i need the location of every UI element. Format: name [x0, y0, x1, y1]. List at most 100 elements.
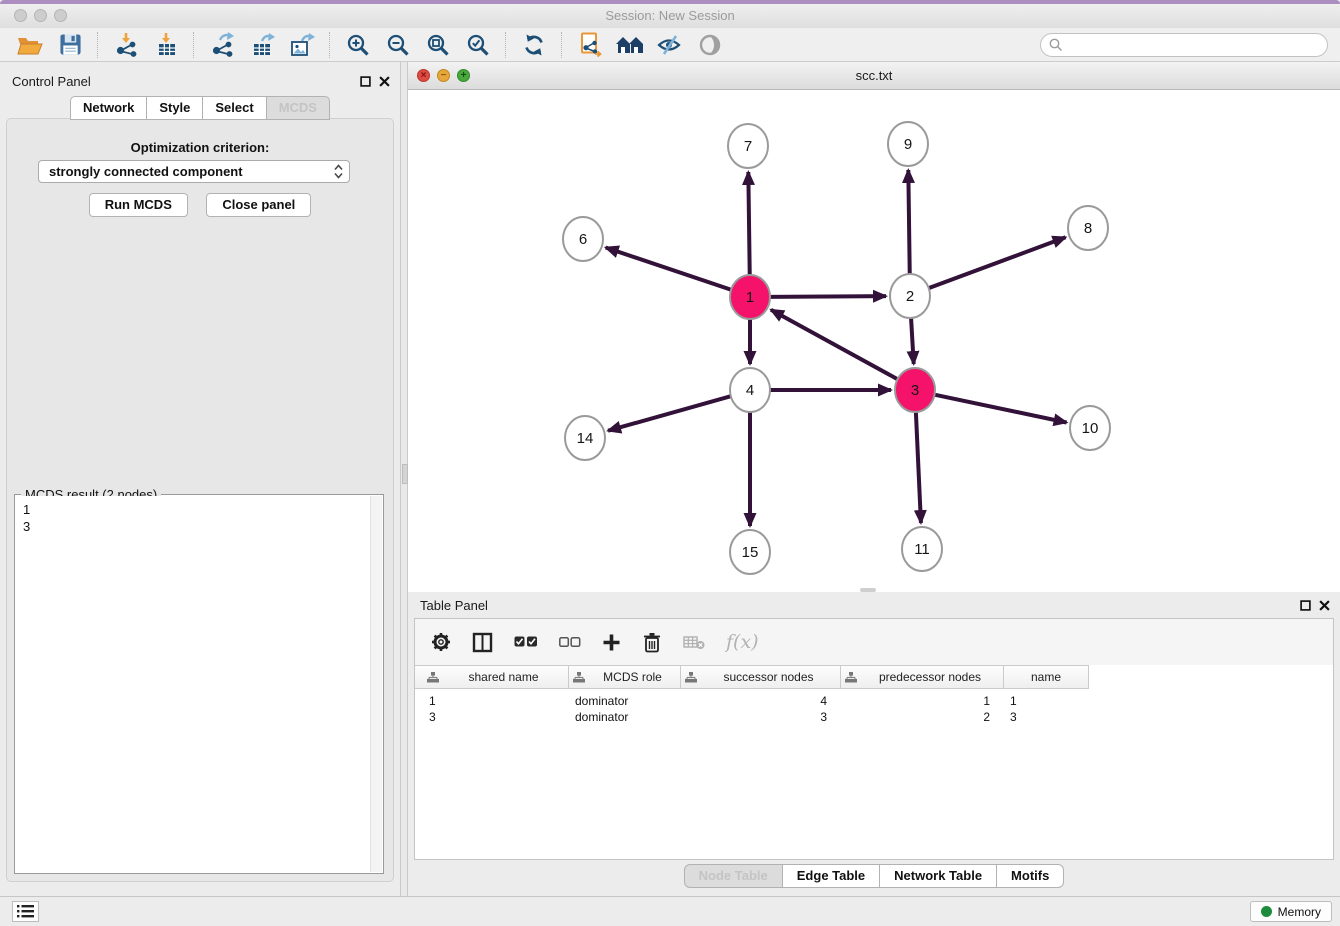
- import-table-button[interactable]: [151, 31, 181, 59]
- column-header-shared-name[interactable]: shared name: [423, 665, 569, 689]
- node-7[interactable]: 7: [728, 124, 768, 168]
- tab-edge-table[interactable]: Edge Table: [783, 864, 880, 888]
- cell[interactable]: 1: [423, 693, 569, 709]
- cell[interactable]: dominator: [569, 693, 681, 709]
- chevron-up-down-icon: [334, 164, 343, 179]
- select-all-rows-button[interactable]: [514, 630, 538, 654]
- sort-hierarchy-icon[interactable]: [573, 672, 585, 683]
- create-column-button[interactable]: [602, 630, 621, 654]
- zoom-selected-button[interactable]: [463, 31, 493, 59]
- delete-column-button[interactable]: [642, 630, 662, 654]
- edge-1-6[interactable]: [606, 248, 731, 290]
- tab-network[interactable]: Network: [70, 96, 147, 120]
- table-row[interactable]: 3 dominator 3 2 3: [415, 709, 1333, 725]
- edge-2-8[interactable]: [929, 237, 1066, 288]
- node-1[interactable]: 1: [730, 275, 770, 319]
- edge-1-7[interactable]: [748, 172, 749, 275]
- edge-4-14[interactable]: [608, 396, 731, 431]
- cell[interactable]: 1: [1004, 693, 1089, 709]
- network-window-titlebar[interactable]: × − + scc.txt: [408, 62, 1340, 90]
- home-button[interactable]: [615, 31, 645, 59]
- cell[interactable]: 2: [841, 709, 1004, 725]
- sort-hierarchy-icon[interactable]: [845, 672, 857, 683]
- node-8[interactable]: 8: [1068, 206, 1108, 250]
- table-row[interactable]: 1 dominator 4 1 1: [415, 693, 1333, 709]
- column-header-name[interactable]: name: [1004, 665, 1089, 689]
- mcds-result-list[interactable]: 1 3: [16, 496, 371, 872]
- function-builder-button[interactable]: f(x): [726, 630, 759, 654]
- zoom-fit-button[interactable]: [423, 31, 453, 59]
- column-header-successor-nodes[interactable]: successor nodes: [681, 665, 841, 689]
- column-header-predecessor-nodes[interactable]: predecessor nodes: [841, 665, 1004, 689]
- node-10[interactable]: 10: [1070, 406, 1110, 450]
- edge-3-10[interactable]: [935, 395, 1067, 423]
- deselect-all-rows-button[interactable]: [559, 630, 581, 654]
- edge-3-11[interactable]: [916, 412, 921, 523]
- show-columns-button[interactable]: [472, 630, 493, 654]
- hide-selected-button[interactable]: [655, 31, 685, 59]
- tab-style[interactable]: Style: [147, 96, 203, 120]
- node-4[interactable]: 4: [730, 368, 770, 412]
- cell[interactable]: dominator: [569, 709, 681, 725]
- close-panel-icon[interactable]: [1319, 600, 1330, 611]
- edge-1-2[interactable]: [770, 296, 886, 297]
- cell[interactable]: 3: [1004, 709, 1089, 725]
- network-canvas[interactable]: 7 9 6 8 1 2 4 3 14 10 15 11: [408, 90, 1340, 592]
- edge-2-9[interactable]: [908, 170, 909, 274]
- save-session-button[interactable]: [55, 31, 85, 59]
- show-hidden-button[interactable]: [695, 31, 725, 59]
- node-6[interactable]: 6: [563, 217, 603, 261]
- memory-label: Memory: [1278, 905, 1321, 919]
- criterion-dropdown[interactable]: strongly connected component: [38, 160, 350, 183]
- tab-motifs[interactable]: Motifs: [997, 864, 1064, 888]
- tab-mcds[interactable]: MCDS: [267, 96, 330, 120]
- zoom-in-button[interactable]: [343, 31, 373, 59]
- node-3[interactable]: 3: [895, 368, 935, 412]
- import-network-button[interactable]: [111, 31, 141, 59]
- cell[interactable]: 3: [681, 709, 841, 725]
- float-panel-icon[interactable]: [360, 76, 371, 87]
- network-graph[interactable]: 7 9 6 8 1 2 4 3 14 10 15 11: [408, 90, 1340, 592]
- edge-3-1[interactable]: [771, 310, 898, 379]
- cell[interactable]: 1: [841, 693, 1004, 709]
- open-session-button[interactable]: [15, 31, 45, 59]
- table-tabs: Node TableEdge TableNetwork TableMotifs: [408, 864, 1340, 888]
- run-mcds-button[interactable]: Run MCDS: [89, 193, 188, 217]
- table-settings-button[interactable]: [431, 630, 451, 654]
- node-11[interactable]: 11: [902, 527, 942, 571]
- mcds-result-line: 3: [23, 518, 371, 535]
- control-panel-header: Control Panel: [0, 72, 400, 90]
- zoom-out-button[interactable]: [383, 31, 413, 59]
- node-9[interactable]: 9: [888, 122, 928, 166]
- mcds-buttons: Run MCDS Close panel: [0, 193, 400, 217]
- window-titlebar[interactable]: Session: New Session: [0, 4, 1340, 29]
- search-input[interactable]: [1040, 33, 1328, 57]
- memory-button[interactable]: Memory: [1250, 901, 1332, 922]
- edge-2-3[interactable]: [911, 318, 914, 364]
- optimization-criterion-label: Optimization criterion:: [0, 140, 400, 155]
- refresh-button[interactable]: [519, 31, 549, 59]
- node-2[interactable]: 2: [890, 274, 930, 318]
- export-table-button[interactable]: [247, 31, 277, 59]
- close-panel-button[interactable]: Close panel: [206, 193, 311, 217]
- result-scrollbar[interactable]: [370, 496, 382, 872]
- float-panel-icon[interactable]: [1300, 600, 1311, 611]
- mcds-result-groupbox: MCDS result (2 nodes) 1 3: [14, 494, 384, 874]
- export-image-button[interactable]: [287, 31, 317, 59]
- copy-network-view-button[interactable]: [575, 31, 605, 59]
- cell[interactable]: 3: [423, 709, 569, 725]
- column-header-mcds-role[interactable]: MCDS role: [569, 665, 681, 689]
- close-panel-icon[interactable]: [379, 76, 390, 87]
- node-15[interactable]: 15: [730, 530, 770, 574]
- sort-hierarchy-icon[interactable]: [685, 672, 697, 683]
- tab-node-table[interactable]: Node Table: [684, 864, 783, 888]
- delete-table-button[interactable]: [683, 630, 705, 654]
- cell[interactable]: 4: [681, 693, 841, 709]
- tab-select[interactable]: Select: [203, 96, 266, 120]
- panel-splitter[interactable]: [400, 62, 408, 896]
- tab-network-table[interactable]: Network Table: [880, 864, 997, 888]
- node-14[interactable]: 14: [565, 416, 605, 460]
- task-history-button[interactable]: [12, 901, 39, 922]
- sort-hierarchy-icon[interactable]: [427, 672, 439, 683]
- export-network-button[interactable]: [207, 31, 237, 59]
